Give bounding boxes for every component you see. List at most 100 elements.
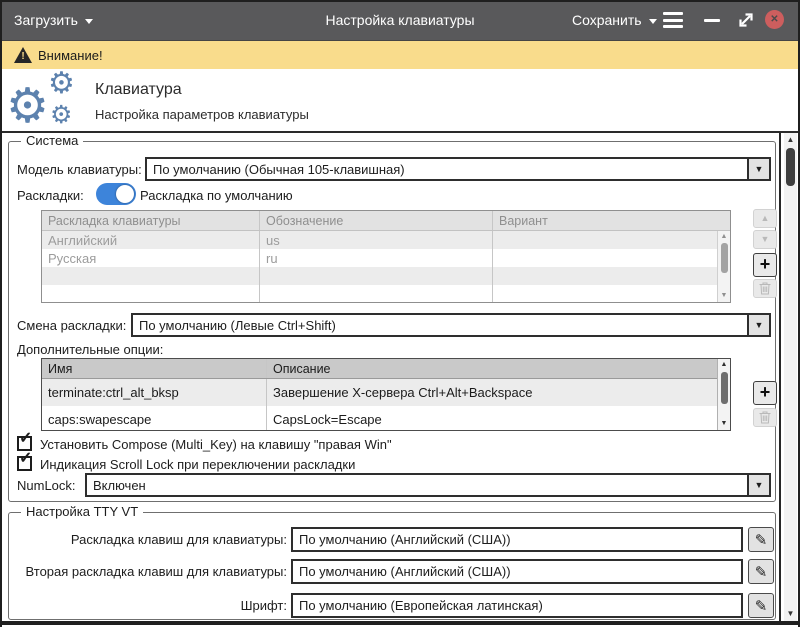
warning-text: Внимание! bbox=[38, 48, 103, 63]
numlock-combobox[interactable]: Включен ▼ bbox=[85, 473, 771, 497]
window-border bbox=[0, 0, 2, 627]
close-button[interactable]: ✕ bbox=[765, 10, 784, 29]
options-label: Дополнительные опции: bbox=[17, 342, 164, 357]
delete-option-button[interactable] bbox=[753, 408, 777, 427]
save-button[interactable]: Сохранить bbox=[572, 9, 657, 31]
scroll-up-icon[interactable]: ▲ bbox=[718, 360, 730, 370]
layouts-table-header: Раскладка клавиатуры Обозначение Вариант bbox=[42, 211, 730, 231]
warning-icon: ! bbox=[14, 47, 32, 63]
scroll-up-icon[interactable]: ▲ bbox=[718, 232, 730, 242]
load-button-label: Загрузить bbox=[14, 12, 78, 28]
switch-value: По умолчанию (Левые Ctrl+Shift) bbox=[139, 317, 336, 333]
scroll-up-icon[interactable]: ▲ bbox=[784, 134, 797, 146]
tty-layout-value: По умолчанию (Английский (США)) bbox=[299, 532, 511, 547]
tty-font-edit-button[interactable]: ✎ bbox=[748, 593, 774, 618]
scrollbar-thumb[interactable] bbox=[786, 148, 795, 186]
add-option-button[interactable]: + bbox=[753, 381, 777, 405]
tty-layout2-label: Вторая раскладка клавиш для клавиатуры: bbox=[25, 564, 287, 579]
tty-font-label: Шрифт: bbox=[240, 598, 287, 613]
add-layout-button[interactable]: + bbox=[753, 253, 777, 277]
hamburger-icon bbox=[663, 12, 683, 15]
menu-button[interactable] bbox=[663, 12, 683, 28]
options-table: Имя Описание terminate:ctrl_alt_bksp Зав… bbox=[41, 358, 731, 431]
tty-layout-field[interactable]: По умолчанию (Английский (США)) bbox=[291, 527, 743, 552]
table-row: Русская ru bbox=[42, 249, 730, 267]
page-title: Клавиатура bbox=[95, 81, 182, 98]
pencil-icon: ✎ bbox=[754, 563, 768, 581]
tty-section: Настройка TTY VT Раскладка клавиш для кл… bbox=[8, 504, 776, 620]
plus-icon: + bbox=[759, 382, 771, 402]
tty-layout-label: Раскладка клавиш для клавиатуры: bbox=[70, 532, 287, 547]
tty-legend: Настройка TTY VT bbox=[21, 504, 144, 519]
move-up-button[interactable]: ▲ bbox=[753, 209, 777, 228]
system-legend: Система bbox=[21, 133, 84, 148]
gear-icon: ⚙ bbox=[50, 101, 73, 129]
tty-layout2-edit-button[interactable]: ✎ bbox=[748, 559, 774, 584]
delete-layout-button[interactable] bbox=[753, 279, 777, 298]
switch-label: Смена раскладки: bbox=[17, 318, 127, 333]
window-border bbox=[0, 621, 800, 625]
table-row[interactable]: terminate:ctrl_alt_bksp Завершение X-сер… bbox=[42, 379, 730, 406]
pencil-icon: ✎ bbox=[754, 531, 768, 549]
scroll-down-icon[interactable]: ▼ bbox=[718, 419, 730, 429]
combo-arrow-button[interactable]: ▼ bbox=[747, 475, 769, 495]
gear-icon: ⚙ bbox=[48, 67, 75, 100]
layouts-label: Раскладки: bbox=[17, 188, 84, 203]
numlock-label: NumLock: bbox=[17, 478, 76, 493]
table-row-empty bbox=[42, 267, 730, 285]
combo-arrow-button[interactable]: ▼ bbox=[747, 159, 769, 179]
table-row[interactable]: caps:swapescape CapsLock=Escape bbox=[42, 406, 730, 430]
trash-icon bbox=[759, 282, 771, 295]
warning-bar: ! Внимание! bbox=[0, 40, 800, 69]
layouts-toggle[interactable] bbox=[96, 183, 136, 205]
table-row-empty bbox=[42, 285, 730, 302]
scrolllock-checkbox[interactable]: ✓ bbox=[17, 451, 32, 471]
chevron-down-icon: ▼ bbox=[754, 480, 764, 490]
maximize-button[interactable] bbox=[736, 10, 756, 30]
move-down-button[interactable]: ▼ bbox=[753, 230, 777, 249]
scroll-down-icon[interactable]: ▼ bbox=[784, 608, 797, 620]
toggle-knob bbox=[116, 185, 134, 203]
keyboard-settings-window: Загрузить Настройка клавиатуры Сохранить… bbox=[0, 0, 800, 627]
window-border bbox=[0, 0, 800, 2]
down-arrow-icon: ▼ bbox=[760, 234, 770, 244]
load-button[interactable]: Загрузить bbox=[14, 9, 93, 31]
switch-combobox[interactable]: По умолчанию (Левые Ctrl+Shift) ▼ bbox=[131, 313, 771, 337]
model-label: Модель клавиатуры: bbox=[17, 162, 142, 177]
main-scrollbar[interactable]: ▲ ▼ bbox=[784, 133, 797, 621]
scrolllock-checkbox-label: Индикация Scroll Lock при переключении р… bbox=[40, 457, 356, 472]
system-section: Система Модель клавиатуры: По умолчанию … bbox=[8, 133, 777, 502]
page-subtitle: Настройка параметров клавиатуры bbox=[95, 107, 309, 122]
save-button-label: Сохранить bbox=[572, 12, 642, 28]
scrollbar-thumb[interactable] bbox=[721, 243, 728, 273]
layouts-table-scrollbar[interactable]: ▲ ▼ bbox=[717, 231, 730, 302]
model-value: По умолчанию (Обычная 105-клавишная) bbox=[153, 161, 405, 177]
caret-down-icon bbox=[84, 18, 93, 24]
close-icon: ✕ bbox=[770, 13, 779, 25]
options-table-header: Имя Описание bbox=[42, 359, 730, 379]
check-icon: ✓ bbox=[19, 430, 33, 447]
tty-layout2-value: По умолчанию (Английский (США)) bbox=[299, 564, 511, 579]
compose-checkbox[interactable]: ✓ bbox=[17, 431, 32, 451]
gear-icon: ⚙ bbox=[6, 80, 50, 133]
compose-checkbox-label: Установить Compose (Multi_Key) на клавиш… bbox=[40, 437, 392, 452]
numlock-value: Включен bbox=[93, 477, 146, 493]
model-combobox[interactable]: По умолчанию (Обычная 105-клавишная) ▼ bbox=[145, 157, 771, 181]
titlebar: Загрузить Настройка клавиатуры Сохранить… bbox=[0, 0, 800, 40]
scrollbar-thumb[interactable] bbox=[721, 372, 728, 404]
tty-layout-edit-button[interactable]: ✎ bbox=[748, 527, 774, 552]
plus-icon: + bbox=[759, 254, 771, 274]
combo-arrow-button[interactable]: ▼ bbox=[747, 315, 769, 335]
layouts-toggle-text: Раскладка по умолчанию bbox=[140, 188, 293, 203]
layouts-table: Раскладка клавиатуры Обозначение Вариант… bbox=[41, 210, 731, 303]
options-table-scrollbar[interactable]: ▲ ▼ bbox=[717, 359, 730, 430]
scroll-down-icon[interactable]: ▼ bbox=[718, 291, 730, 301]
content-right-border bbox=[779, 133, 781, 621]
expand-icon bbox=[739, 13, 753, 27]
tty-layout2-field[interactable]: По умолчанию (Английский (США)) bbox=[291, 559, 743, 584]
minimize-button[interactable] bbox=[704, 19, 720, 22]
caret-down-icon bbox=[648, 18, 657, 24]
check-icon: ✓ bbox=[19, 450, 33, 467]
page-header: ⚙ ⚙ ⚙ Клавиатура Настройка параметров кл… bbox=[0, 69, 800, 133]
tty-font-field[interactable]: По умолчанию (Европейская латинская) bbox=[291, 593, 743, 618]
